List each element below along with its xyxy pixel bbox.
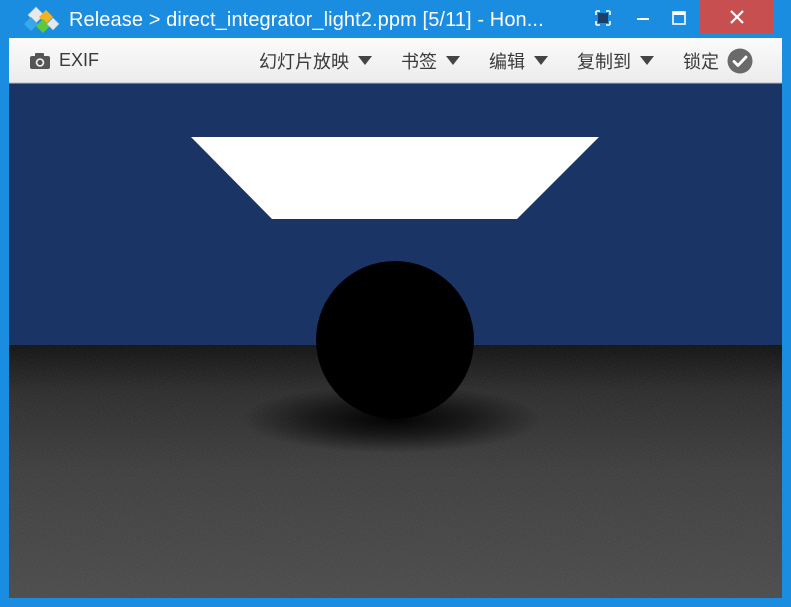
compact-view-button[interactable]: [586, 0, 620, 36]
maximize-button[interactable]: [662, 0, 696, 36]
dropdown-caret-icon: [534, 56, 548, 65]
edit-menu[interactable]: 编辑: [489, 38, 548, 83]
sphere: [316, 261, 474, 419]
dropdown-caret-icon: [640, 56, 654, 65]
exif-button[interactable]: EXIF: [29, 38, 99, 83]
bookmarks-menu[interactable]: 书签: [401, 38, 460, 83]
copy-to-menu[interactable]: 复制到: [577, 38, 654, 83]
minimize-icon: [637, 18, 649, 20]
check-circle-icon: [727, 48, 753, 73]
title-bar[interactable]: Release > direct_integrator_light2.ppm […: [0, 0, 791, 38]
window-bottom-border: [0, 598, 791, 607]
bookmarks-label: 书签: [401, 51, 437, 72]
close-button[interactable]: [700, 0, 774, 33]
slideshow-label: 幻灯片放映: [259, 51, 349, 72]
lock-label: 锁定: [683, 51, 719, 72]
slideshow-menu[interactable]: 幻灯片放映: [259, 38, 372, 83]
rendered-scene-image: [9, 84, 782, 598]
close-icon: [730, 9, 744, 24]
image-canvas[interactable]: [9, 84, 782, 598]
maximize-icon: [672, 11, 686, 25]
app-logo-icon: [24, 6, 60, 33]
image-viewer-window: Release > direct_integrator_light2.ppm […: [0, 0, 791, 607]
copy-to-label: 复制到: [577, 51, 631, 72]
toolbar: EXIF 幻灯片放映 书签 编辑 复制到 锁定: [9, 38, 782, 83]
exif-label: EXIF: [59, 50, 100, 70]
window-title: Release > direct_integrator_light2.ppm […: [69, 9, 544, 31]
compact-view-icon: [595, 10, 611, 26]
dropdown-caret-icon: [358, 56, 372, 65]
dropdown-caret-icon: [446, 56, 460, 65]
camera-icon: [30, 52, 50, 69]
minimize-button[interactable]: [626, 0, 660, 36]
edit-label: 编辑: [489, 51, 525, 72]
lock-button[interactable]: 锁定: [683, 38, 753, 83]
